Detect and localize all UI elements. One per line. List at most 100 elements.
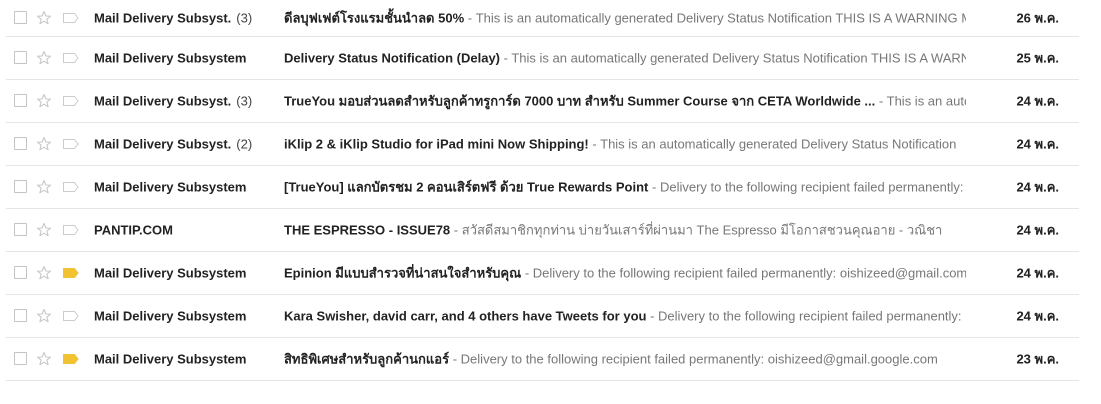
message-content: Kara Swisher, david carr, and 4 others h… [284, 309, 966, 324]
subject: ดีลบุฟเฟต์โรงแรมชั้นนำลด 50% [284, 10, 465, 26]
sender: Mail Delivery Subsystem [94, 266, 278, 281]
date: 24 พ.ค. [1016, 179, 1059, 195]
select-checkbox[interactable] [14, 309, 27, 322]
subject-snippet-separator: - [878, 93, 884, 109]
subject-snippet-separator: - [467, 10, 473, 26]
thread-count: (3) [236, 10, 253, 26]
date: 26 พ.ค. [1016, 10, 1059, 26]
snippet: This is an automatically generated Deliv… [886, 93, 966, 109]
email-row[interactable]: Mail Delivery Subsystem สิทธิพิเศษสำหรับ… [6, 338, 1079, 381]
select-checkbox[interactable] [14, 180, 27, 193]
message-content: TrueYou มอบส่วนลดสำหรับลูกค้าทรูการ์ด 70… [284, 91, 966, 112]
snippet: Delivery to the following recipient fail… [532, 265, 966, 281]
importance-marker-icon[interactable] [63, 354, 79, 364]
subject: Kara Swisher, david carr, and 4 others h… [284, 308, 647, 324]
select-checkbox[interactable] [14, 137, 27, 150]
star-icon[interactable] [36, 351, 52, 367]
select-checkbox[interactable] [14, 51, 27, 64]
sender-name: Mail Delivery Subsyst. [94, 93, 232, 109]
select-checkbox[interactable] [14, 223, 27, 236]
select-checkbox[interactable] [14, 94, 27, 107]
sender-name: Mail Delivery Subsyst. [94, 10, 232, 26]
message-list: Mail Delivery Subsyst. (3) ดีลบุฟเฟต์โรงแ… [6, 0, 1079, 381]
snippet: This is an automatically generated Deliv… [600, 136, 957, 152]
sender: Mail Delivery Subsyst. (2) [94, 137, 278, 152]
sender-name: Mail Delivery Subsystem [94, 265, 247, 281]
message-content: iKlip 2 & iKlip Studio for iPad mini Now… [284, 137, 966, 152]
star-icon[interactable] [36, 93, 52, 109]
sender: Mail Delivery Subsystem [94, 180, 278, 195]
subject: THE ESPRESSO - ISSUE78 [284, 222, 451, 238]
subject: Delivery Status Notification (Delay) [284, 50, 500, 66]
star-icon[interactable] [36, 10, 52, 26]
importance-marker-icon[interactable] [63, 96, 79, 106]
email-row[interactable]: Mail Delivery Subsystem Epinion มีแบบสำร… [6, 252, 1079, 295]
message-content: THE ESPRESSO - ISSUE78 - สวัสดีสมาชิกทุก… [284, 220, 966, 241]
subject: [TrueYou] แลกบัตรชม 2 คอนเสิร์ตฟรี ด้วย … [284, 179, 649, 195]
email-row[interactable]: Mail Delivery Subsystem [TrueYou] แลกบัต… [6, 166, 1079, 209]
message-content: Epinion มีแบบสำรวจที่น่าสนใจสำหรับคุณ - … [284, 263, 966, 284]
sender-name: Mail Delivery Subsystem [94, 351, 247, 367]
importance-marker-icon[interactable] [63, 268, 79, 278]
email-row[interactable]: Mail Delivery Subsystem Delivery Status … [6, 37, 1079, 80]
star-icon[interactable] [36, 222, 52, 238]
date: 24 พ.ค. [1016, 222, 1059, 238]
sender: Mail Delivery Subsyst. (3) [94, 11, 278, 26]
subject: สิทธิพิเศษสำหรับลูกค้านกแอร์ [284, 351, 450, 367]
importance-marker-icon[interactable] [63, 311, 79, 321]
snippet: สวัสดีสมาชิกทุกท่าน บ่ายวันเสาร์ที่ผ่านม… [461, 222, 943, 238]
subject: TrueYou มอบส่วนลดสำหรับลูกค้าทรูการ์ด 70… [284, 93, 876, 109]
date: 24 พ.ค. [1016, 136, 1059, 152]
importance-marker-icon[interactable] [63, 225, 79, 235]
date: 24 พ.ค. [1016, 308, 1059, 324]
snippet: Delivery to the following recipient fail… [659, 179, 964, 195]
subject-snippet-separator: - [452, 351, 458, 367]
select-checkbox[interactable] [14, 352, 27, 365]
message-content: Delivery Status Notification (Delay) - T… [284, 51, 966, 66]
message-content: [TrueYou] แลกบัตรชม 2 คอนเสิร์ตฟรี ด้วย … [284, 177, 966, 198]
subject-snippet-separator: - [652, 179, 657, 195]
email-row[interactable]: Mail Delivery Subsystem Kara Swisher, da… [6, 295, 1079, 338]
subject-snippet-separator: - [650, 308, 655, 324]
star-icon[interactable] [36, 179, 52, 195]
importance-marker-icon[interactable] [63, 13, 79, 23]
sender-name: Mail Delivery Subsystem [94, 50, 247, 66]
date: 24 พ.ค. [1016, 93, 1059, 109]
sender-name: Mail Delivery Subsyst. [94, 136, 232, 152]
select-checkbox[interactable] [14, 11, 27, 24]
date: 23 พ.ค. [1016, 351, 1059, 367]
select-checkbox[interactable] [14, 266, 27, 279]
email-row[interactable]: PANTIP.COM THE ESPRESSO - ISSUE78 - สวัส… [6, 209, 1079, 252]
snippet: Delivery to the following recipient fail… [658, 308, 962, 324]
email-row[interactable]: Mail Delivery Subsyst. (3) ดีลบุฟเฟต์โรงแ… [6, 0, 1079, 37]
thread-count: (2) [236, 136, 253, 152]
sender: PANTIP.COM [94, 223, 278, 238]
date: 25 พ.ค. [1016, 50, 1059, 66]
message-content: ดีลบุฟเฟต์โรงแรมชั้นนำลด 50% - This is a… [284, 8, 966, 29]
sender: Mail Delivery Subsyst. (3) [94, 94, 278, 109]
email-row[interactable]: Mail Delivery Subsyst. (3) TrueYou มอบส่ว… [6, 80, 1079, 123]
importance-marker-icon[interactable] [63, 182, 79, 192]
sender-name: Mail Delivery Subsystem [94, 179, 247, 195]
star-icon[interactable] [36, 50, 52, 66]
star-icon[interactable] [36, 136, 52, 152]
subject: iKlip 2 & iKlip Studio for iPad mini Now… [284, 136, 589, 152]
subject-snippet-separator: - [453, 222, 459, 238]
thread-count: (3) [236, 93, 253, 109]
sender: Mail Delivery Subsystem [94, 352, 278, 367]
sender: Mail Delivery Subsystem [94, 51, 278, 66]
message-content: สิทธิพิเศษสำหรับลูกค้านกแอร์ - Delivery … [284, 349, 966, 370]
sender: Mail Delivery Subsystem [94, 309, 278, 324]
subject-snippet-separator: - [503, 50, 508, 66]
subject-snippet-separator: - [592, 136, 597, 152]
subject: Epinion มีแบบสำรวจที่น่าสนใจสำหรับคุณ [284, 265, 522, 281]
date: 24 พ.ค. [1016, 265, 1059, 281]
importance-marker-icon[interactable] [63, 53, 79, 63]
subject-snippet-separator: - [524, 265, 530, 281]
email-row[interactable]: Mail Delivery Subsyst. (2) iKlip 2 & iKli… [6, 123, 1079, 166]
snippet: This is an automatically generated Deliv… [475, 10, 966, 26]
sender-name: Mail Delivery Subsystem [94, 308, 247, 324]
star-icon[interactable] [36, 308, 52, 324]
star-icon[interactable] [36, 265, 52, 281]
importance-marker-icon[interactable] [63, 139, 79, 149]
